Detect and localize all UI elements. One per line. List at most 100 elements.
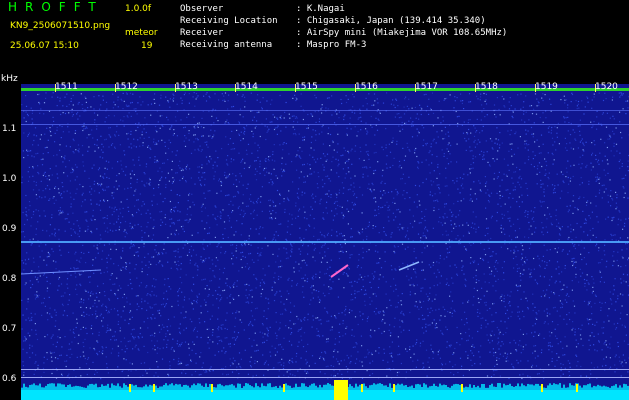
baseline-spike bbox=[229, 384, 231, 390]
baseline-spike bbox=[87, 385, 89, 390]
baseline-spike bbox=[279, 385, 281, 390]
baseline-spike bbox=[73, 386, 75, 390]
baseline-spike bbox=[77, 386, 79, 390]
baseline-spike bbox=[89, 384, 91, 390]
baseline-spike bbox=[487, 387, 489, 390]
baseline-spike bbox=[27, 387, 29, 390]
baseline-spike bbox=[227, 385, 229, 390]
baseline-spike bbox=[255, 383, 257, 390]
time-tick-label: 1519 bbox=[535, 82, 558, 92]
baseline-spike bbox=[479, 387, 481, 390]
baseline-spike bbox=[605, 386, 607, 390]
baseline-spike bbox=[181, 386, 183, 390]
baseline-spike bbox=[329, 384, 331, 390]
baseline-spike bbox=[443, 384, 445, 390]
baseline-spike bbox=[71, 386, 73, 390]
baseline-spike bbox=[615, 384, 617, 390]
baseline-spike bbox=[571, 385, 573, 390]
baseline-spike bbox=[509, 383, 511, 390]
baseline-spike bbox=[101, 384, 103, 390]
signal-burst bbox=[334, 380, 348, 400]
baseline-spike bbox=[301, 383, 303, 390]
baseline-spike bbox=[103, 385, 105, 390]
baseline-spike bbox=[535, 383, 537, 390]
baseline-spike bbox=[79, 386, 81, 390]
baseline-spike bbox=[285, 383, 287, 390]
baseline-spike bbox=[359, 384, 361, 390]
baseline-spike bbox=[299, 386, 301, 390]
signal-burst bbox=[153, 384, 155, 392]
baseline-spike bbox=[433, 383, 435, 390]
baseline-spike bbox=[245, 383, 247, 390]
baseline-spike bbox=[377, 383, 379, 390]
baseline-spike bbox=[311, 383, 313, 390]
baseline-spike bbox=[355, 383, 357, 390]
baseline-spike bbox=[281, 387, 283, 390]
baseline-spike bbox=[177, 384, 179, 390]
baseline-spike bbox=[249, 385, 251, 390]
baseline-spike bbox=[25, 386, 27, 390]
baseline-spike bbox=[597, 384, 599, 390]
baseline-spike bbox=[493, 386, 495, 390]
baseline-spike bbox=[107, 383, 109, 390]
baseline-spike bbox=[109, 387, 111, 390]
baseline-spike bbox=[497, 383, 499, 390]
baseline-spike bbox=[515, 386, 517, 390]
signal-burst bbox=[461, 384, 463, 392]
baseline-spike bbox=[271, 387, 273, 390]
baseline-spike bbox=[499, 383, 501, 390]
baseline-spike bbox=[625, 384, 627, 390]
baseline-spike bbox=[617, 387, 619, 390]
baseline-spike bbox=[473, 385, 475, 390]
baseline-spike bbox=[291, 387, 293, 390]
baseline-spike bbox=[441, 385, 443, 390]
baseline-spike bbox=[309, 385, 311, 390]
version-label: 1.0.0f bbox=[125, 4, 152, 14]
baseline-spike bbox=[511, 386, 513, 390]
baseline-spike bbox=[567, 387, 569, 390]
baseline-spike bbox=[315, 385, 317, 390]
mode-label: meteor bbox=[125, 28, 158, 38]
baseline-spike bbox=[537, 383, 539, 390]
baseline-spike bbox=[403, 385, 405, 390]
baseline-spike bbox=[187, 385, 189, 390]
baseline-spike bbox=[485, 387, 487, 390]
baseline-spike bbox=[147, 386, 149, 390]
baseline-spike bbox=[133, 385, 135, 390]
baseline-spike bbox=[139, 387, 141, 390]
baseline-spike bbox=[583, 385, 585, 390]
baseline-spike bbox=[591, 387, 593, 390]
baseline-spike bbox=[205, 383, 207, 390]
baseline-spike bbox=[273, 386, 275, 390]
baseline-spike bbox=[201, 385, 203, 390]
meteor-echo bbox=[398, 261, 420, 271]
baseline-spike bbox=[437, 386, 439, 390]
baseline-spike bbox=[527, 383, 529, 390]
baseline-spike bbox=[259, 387, 261, 390]
baseline-spike bbox=[123, 383, 125, 390]
baseline-spike bbox=[171, 383, 173, 390]
baseline-spike bbox=[351, 386, 353, 390]
baseline-spike bbox=[405, 385, 407, 390]
baseline-spike bbox=[93, 384, 95, 390]
antenna-value: : Maspro FM-3 bbox=[296, 40, 367, 50]
baseline-spike bbox=[471, 387, 473, 390]
baseline-spike bbox=[199, 383, 201, 390]
baseline-spike bbox=[573, 385, 575, 390]
baseline-spike bbox=[371, 384, 373, 390]
baseline-spike bbox=[469, 384, 471, 390]
baseline-spike bbox=[539, 385, 541, 390]
baseline-spike bbox=[593, 385, 595, 390]
baseline-spike bbox=[113, 385, 115, 390]
y-tick-label: 0.7 bbox=[2, 324, 17, 334]
baseline-spike bbox=[115, 385, 117, 390]
y-tick-label: 0.9 bbox=[2, 224, 17, 234]
baseline-spike bbox=[99, 386, 101, 390]
baseline-spike bbox=[529, 384, 531, 390]
baseline-spike bbox=[507, 384, 509, 390]
baseline-spike bbox=[379, 383, 381, 390]
baseline-spike bbox=[29, 384, 31, 390]
baseline-spike bbox=[521, 383, 523, 390]
baseline-spike bbox=[41, 387, 43, 390]
baseline-spike bbox=[607, 386, 609, 390]
